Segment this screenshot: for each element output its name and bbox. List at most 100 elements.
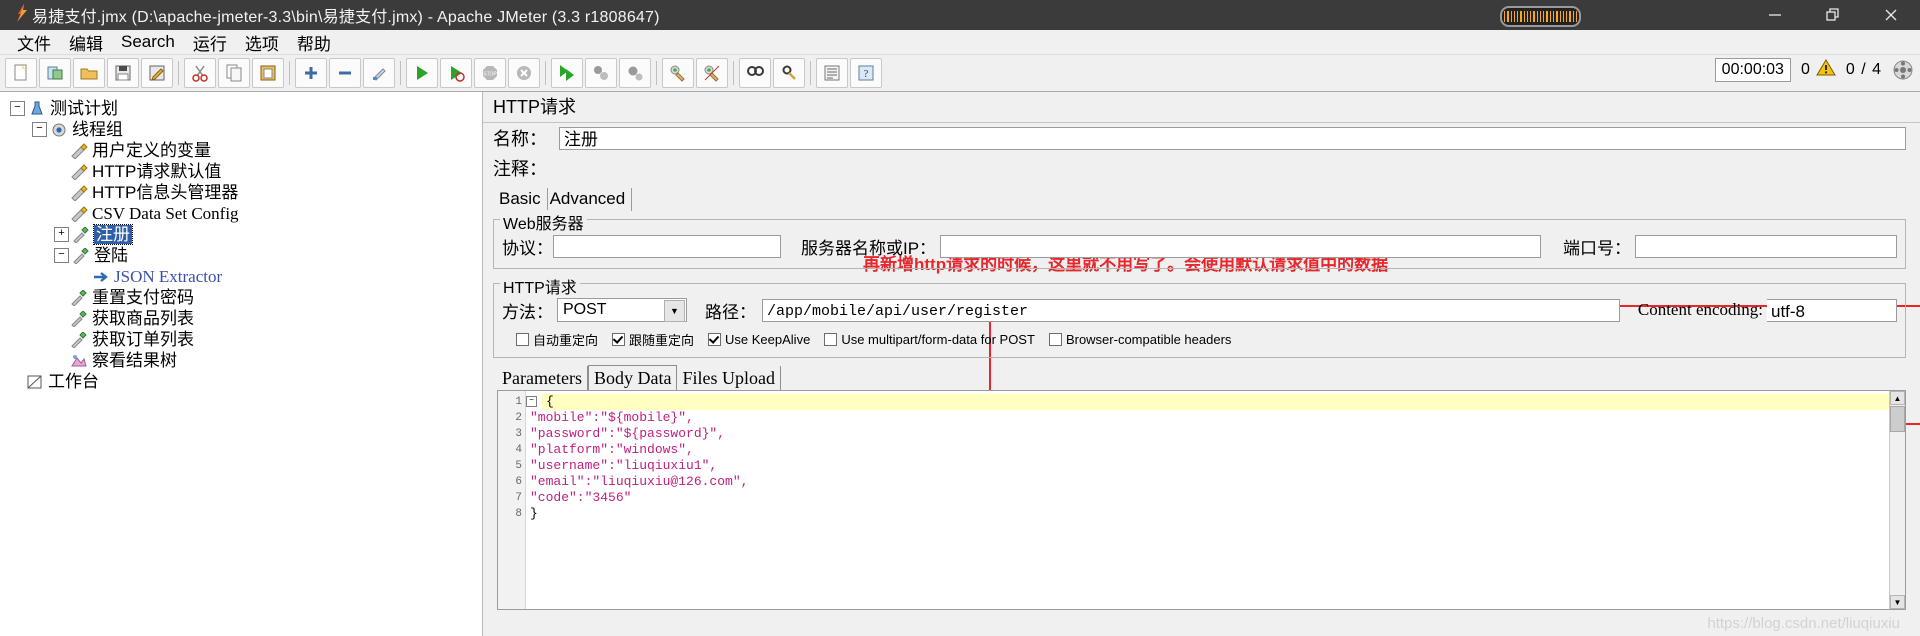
tree-node-12[interactable]: 察看结果树 [6,350,482,371]
basic-advanced-tabs: Basic Advanced [483,187,1920,211]
minimize-button[interactable] [1746,0,1804,30]
code-line[interactable]: "code":"3456" [526,490,1905,506]
tab-parameters[interactable]: Parameters [497,366,588,390]
name-label: 名称： [493,129,547,149]
checkbox-box[interactable] [1048,333,1062,346]
menu-search[interactable]: Search [112,30,184,54]
tree-node-2[interactable]: 用户定义的变量 [6,140,482,161]
tree-node-13[interactable]: 工作台 [6,371,482,392]
close-button[interactable] [1862,0,1920,30]
search-icon[interactable] [739,58,771,88]
code-line[interactable]: "email":"liuqiuxiu@126.com", [526,474,1905,490]
tree-node-4[interactable]: HTTP信息头管理器 [6,182,482,203]
protocol-input[interactable] [553,234,781,258]
collapse-all-icon[interactable] [329,58,361,88]
copy-icon[interactable] [218,58,250,88]
scroll-thumb[interactable] [1890,406,1905,432]
save-icon[interactable] [107,58,139,88]
collapse-node-icon[interactable]: − [54,248,69,263]
tree-node-11[interactable]: 获取订单列表 [6,329,482,350]
help-icon[interactable]: ? [850,58,882,88]
checkbox-box[interactable] [824,333,838,346]
menu-help[interactable]: 帮助 [288,28,340,57]
expand-node-icon[interactable]: + [54,227,69,242]
toggle-icon[interactable] [363,58,395,88]
tree-node-label: HTTP信息头管理器 [92,183,239,202]
checkbox-box[interactable] [708,333,722,346]
open-icon[interactable] [73,58,105,88]
tab-basic[interactable]: Basic [497,188,548,211]
method-select[interactable]: POST ▼ [557,298,687,322]
http-request-editor: HTTP请求 名称： 注册 注释： 再新增http请求的时候，这里就不用写了。会… [483,92,1920,636]
save-as-icon[interactable] [141,58,173,88]
tree-node-9[interactable]: 重置支付密码 [6,287,482,308]
body-data-editor[interactable]: 1 2 3 4 5 6 7 8 −{"mobile":"${mobile}", "passwor… [497,390,1906,610]
path-input[interactable]: /app/mobile/api/user/register [762,298,1620,322]
start-icon[interactable] [406,58,438,88]
remote-shutdown-all-icon[interactable] [619,58,651,88]
tree-node-8[interactable]: JSON Extractor [6,266,482,287]
checkbox-box[interactable] [516,333,529,346]
code-line[interactable]: "username":"liuqiuxiu1", [526,458,1905,474]
collapse-node-icon[interactable]: − [32,122,47,137]
remote-start-all-icon[interactable] [551,58,583,88]
stop-icon[interactable]: STOP [474,58,506,88]
tab-body-data[interactable]: Body Data [587,365,678,390]
tree-node-7[interactable]: − 登陆 [6,245,482,266]
code-line[interactable]: "mobile":"${mobile}", [526,410,1905,426]
editor-scrollbar[interactable]: ▲ ▼ [1889,391,1905,609]
tree-node-6[interactable]: + 注册 [6,224,482,245]
code-line[interactable]: } [526,506,1905,522]
comment-input[interactable] [559,156,1906,180]
menu-run[interactable]: 运行 [184,28,236,57]
tree-node-10[interactable]: 获取商品列表 [6,308,482,329]
checkbox-browser-compatible-headers[interactable]: Browser-compatible headers [1048,332,1231,347]
checkbox-use-keepalive[interactable]: Use KeepAlive [708,332,810,347]
remote-engines-icon[interactable] [1892,59,1914,81]
collapse-node-icon[interactable]: − [10,101,25,116]
test-plan-tree[interactable]: − 测试计划 − 线程组 用户定义的变量 HTTP请求默认值 HTTP信息头管理器 CSV D… [0,92,483,636]
tree-node-1[interactable]: − 线程组 [6,119,482,140]
shutdown-icon[interactable] [508,58,540,88]
checkbox-auto-redirect[interactable]: 自动重定向 [516,330,598,349]
search-reset-icon[interactable] [773,58,805,88]
tree-node-0[interactable]: − 测试计划 [6,98,482,119]
scroll-down-arrow[interactable]: ▼ [1890,595,1905,609]
code-line[interactable]: "platform":"windows", [526,442,1905,458]
name-input[interactable]: 注册 [559,126,1906,150]
menu-edit[interactable]: 编辑 [60,28,112,57]
new-icon[interactable] [5,58,37,88]
expand-all-icon[interactable] [295,58,327,88]
tree-node-3[interactable]: HTTP请求默认值 [6,161,482,182]
clear-all-icon[interactable] [696,58,728,88]
port-input[interactable] [1635,234,1897,258]
scroll-up-arrow[interactable]: ▲ [1890,391,1905,405]
elapsed-timer: 00:00:03 [1714,58,1791,82]
menu-file[interactable]: 文件 [8,28,60,57]
tab-files-upload[interactable]: Files Upload [677,366,781,390]
paste-icon[interactable] [252,58,284,88]
start-no-pause-icon[interactable] [440,58,472,88]
cut-icon[interactable] [184,58,216,88]
code-line[interactable]: −{ [526,394,1905,410]
function-helper-icon[interactable] [816,58,848,88]
tab-advanced[interactable]: Advanced [548,188,633,211]
server-input[interactable] [940,234,1541,258]
tree-node-5[interactable]: CSV Data Set Config [6,203,482,224]
clear-icon[interactable] [662,58,694,88]
code-line[interactable]: "password":"${password}", [526,426,1905,442]
menu-options[interactable]: 选项 [236,28,288,57]
chevron-down-icon[interactable]: ▼ [664,300,685,322]
content-encoding-input[interactable]: utf-8 [1767,298,1897,322]
checkbox-follow-redirects[interactable]: 跟随重定向 [612,330,694,349]
body-data-code[interactable]: −{"mobile":"${mobile}", "password":"${pas… [526,391,1905,609]
templates-icon[interactable] [39,58,71,88]
warning-indicator[interactable]: 0 [1801,58,1836,82]
checkbox-box[interactable] [612,333,626,346]
checkbox-multipart[interactable]: Use multipart/form-data for POST [824,332,1035,347]
code-fold-icon[interactable]: − [526,396,537,407]
remote-stop-all-icon[interactable] [585,58,617,88]
port-label: 端口号： [1563,238,1631,258]
maximize-restore-button[interactable] [1804,0,1862,30]
